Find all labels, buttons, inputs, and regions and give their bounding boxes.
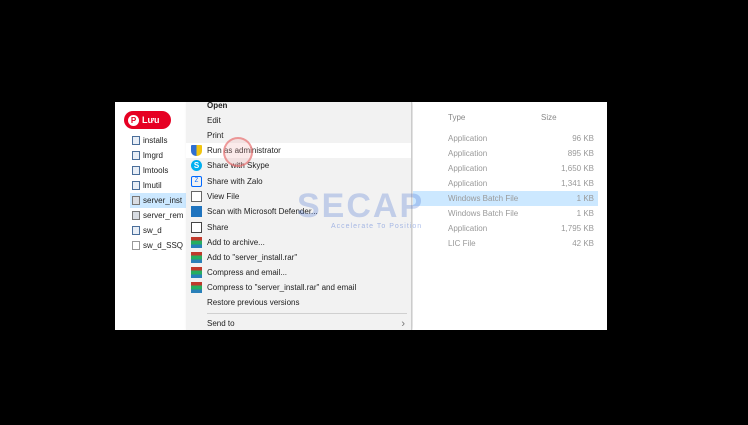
menu-item-open[interactable]: Open	[186, 102, 411, 113]
detail-row-selected[interactable]: Windows Batch File 1 KB	[413, 191, 598, 206]
app-icon	[132, 181, 140, 190]
pinterest-save-label: Lưu	[142, 115, 160, 125]
screenshot-frame: P Lưu installs lmgrd lmtools lmutil serv…	[115, 102, 607, 330]
file-list: installs lmgrd lmtools lmutil server_ins…	[130, 133, 192, 253]
file-type: Application	[448, 179, 488, 188]
menu-item-share-zalo[interactable]: Z Share with Zalo	[186, 174, 411, 189]
gear-icon	[132, 196, 140, 205]
column-header-type[interactable]: Type	[448, 113, 465, 122]
file-type: LIC File	[448, 239, 476, 248]
file-type: Application	[448, 149, 488, 158]
menu-item-share-skype[interactable]: S Share with Skype	[186, 158, 411, 173]
menu-item-compress-email[interactable]: Compress and email...	[186, 265, 411, 280]
pinterest-save-button[interactable]: P Lưu	[124, 111, 171, 129]
doc-icon	[132, 241, 140, 250]
app-icon	[132, 151, 140, 160]
file-type: Application	[448, 164, 488, 173]
file-row[interactable]: lmutil	[132, 178, 192, 193]
file-type: Windows Batch File	[448, 209, 519, 218]
menu-item-edit[interactable]: Edit	[186, 113, 411, 128]
menu-item-compress-rar-email[interactable]: Compress to "server_install.rar" and ema…	[186, 280, 411, 295]
file-row[interactable]: lmgrd	[132, 148, 192, 163]
file-row[interactable]: sw_d	[132, 223, 192, 238]
menu-item-restore-versions[interactable]: Restore previous versions	[186, 295, 411, 310]
winrar-icon	[191, 267, 202, 278]
detail-row[interactable]: Windows Batch File 1 KB	[413, 206, 598, 221]
detail-row[interactable]: Application 1,650 KB	[413, 161, 598, 176]
file-type: Windows Batch File	[448, 194, 519, 203]
menu-item-share[interactable]: Share	[186, 220, 411, 235]
winrar-icon	[191, 237, 202, 248]
chevron-right-icon: ›	[401, 317, 405, 330]
uac-shield-icon	[191, 145, 202, 156]
click-highlight-ring	[223, 137, 253, 167]
file-size: 895 KB	[567, 149, 594, 158]
file-size: 1,795 KB	[561, 224, 594, 233]
file-row[interactable]: lmtools	[132, 163, 192, 178]
detail-row[interactable]: Application 1,795 KB	[413, 221, 598, 236]
file-row-selected[interactable]: server_inst	[130, 193, 192, 208]
file-name: lmutil	[143, 181, 162, 190]
menu-item-add-to-archive[interactable]: Add to archive...	[186, 235, 411, 250]
detail-row[interactable]: Application 96 KB	[413, 131, 598, 146]
details-pane: Type Size Application 96 KB Application 89…	[413, 102, 607, 330]
pinterest-icon: P	[128, 114, 139, 126]
column-header-size[interactable]: Size	[541, 113, 557, 122]
view-file-icon	[191, 191, 202, 202]
menu-separator	[207, 313, 407, 314]
file-name: sw_d	[143, 226, 162, 235]
app-icon	[132, 226, 140, 235]
app-icon	[132, 166, 140, 175]
file-size: 42 KB	[572, 239, 594, 248]
file-name: server_inst	[143, 196, 183, 205]
winrar-icon	[191, 252, 202, 263]
share-icon	[191, 222, 202, 233]
winrar-icon	[191, 282, 202, 293]
file-type: Application	[448, 224, 488, 233]
file-size: 1 KB	[576, 194, 594, 203]
detail-row[interactable]: Application 1,341 KB	[413, 176, 598, 191]
file-name: lmgrd	[143, 151, 164, 160]
zalo-icon: Z	[191, 176, 202, 187]
gear-icon	[132, 211, 140, 220]
menu-item-view-file[interactable]: View File	[186, 189, 411, 204]
file-size: 1,341 KB	[561, 179, 594, 188]
file-size: 1 KB	[576, 209, 594, 218]
file-row[interactable]: sw_d_SSQ	[132, 238, 192, 253]
menu-item-scan-defender[interactable]: Scan with Microsoft Defender...	[186, 204, 411, 219]
detail-row[interactable]: Application 895 KB	[413, 146, 598, 161]
file-name: installs	[143, 136, 168, 145]
menu-item-send-to[interactable]: Send to ›	[186, 316, 411, 330]
menu-item-run-as-administrator[interactable]: Run as administrator	[186, 143, 411, 158]
file-row[interactable]: installs	[132, 133, 192, 148]
file-row[interactable]: server_rem	[132, 208, 192, 223]
skype-icon: S	[191, 160, 202, 171]
file-name: lmtools	[143, 166, 169, 175]
file-name: server_rem	[143, 211, 184, 220]
menu-item-print[interactable]: Print	[186, 128, 411, 143]
file-list-pane: P Lưu installs lmgrd lmtools lmutil serv…	[115, 102, 192, 330]
file-type: Application	[448, 134, 488, 143]
file-size: 1,650 KB	[561, 164, 594, 173]
folder-icon	[132, 136, 140, 145]
defender-icon	[191, 206, 202, 217]
file-name: sw_d_SSQ	[143, 241, 184, 250]
file-size: 96 KB	[572, 134, 594, 143]
context-menu: Open Edit Print Run as administrator S S…	[186, 102, 412, 330]
detail-row[interactable]: LIC File 42 KB	[413, 236, 598, 251]
menu-item-add-to-rar[interactable]: Add to "server_install.rar"	[186, 250, 411, 265]
